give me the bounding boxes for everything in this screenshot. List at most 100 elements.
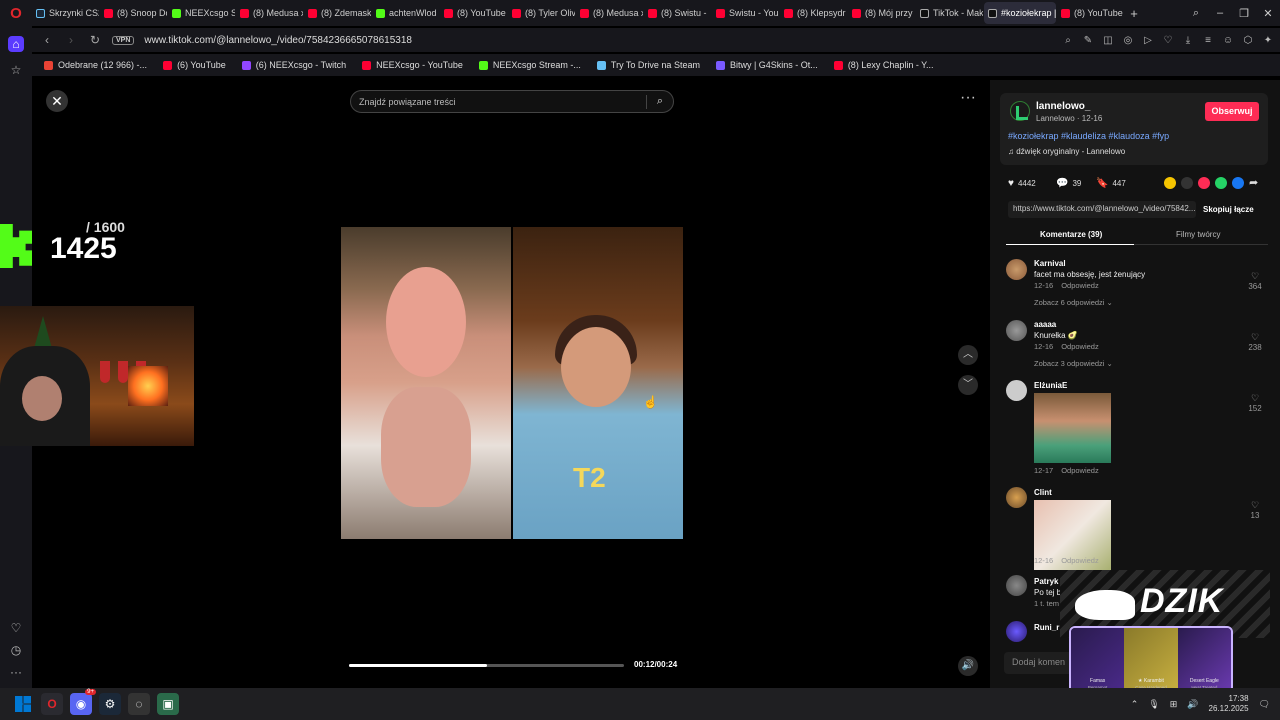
follow-button[interactable]: Obserwuj [1205, 102, 1259, 121]
like-stat[interactable]: ♥ 4442 [1008, 178, 1036, 189]
tab-item[interactable]: #koziołekrap | Ti [984, 2, 1056, 24]
tab-item[interactable]: NEEXcsgo Stream [168, 2, 235, 24]
tab-item[interactable]: TikTok - Mak [916, 2, 983, 24]
download-icon[interactable]: ⤓ [1182, 35, 1194, 46]
comment-user[interactable]: aaaaa [1034, 320, 1056, 329]
comment-avatar[interactable] [1006, 259, 1027, 280]
embed-icon[interactable] [1181, 177, 1193, 189]
author-avatar[interactable] [1010, 101, 1030, 121]
comment-likes[interactable]: ♡ 364 [1240, 271, 1270, 291]
next-video-button[interactable]: ﹀ [958, 375, 978, 395]
send-icon[interactable] [1198, 177, 1210, 189]
comment-user[interactable]: Runi_r [1034, 623, 1059, 632]
tab-item[interactable]: (8) YouTube [440, 2, 507, 24]
network-icon[interactable]: ⊞ [1170, 699, 1178, 710]
url-field[interactable]: www.tiktok.com/@lannelowo_/video/7584236… [144, 35, 412, 46]
comment-user[interactable]: Clint [1034, 488, 1052, 497]
tab-item[interactable]: (8) Swistu - [644, 2, 711, 24]
mic-icon[interactable]: 🎙 [1148, 699, 1159, 710]
search-icon[interactable]: ⌕ [1062, 35, 1074, 46]
coin-icon[interactable] [1164, 177, 1176, 189]
reply-button[interactable]: Odpowiedz [1061, 342, 1099, 351]
tab-item[interactable]: (8) YouTube [1057, 2, 1124, 24]
reload-icon[interactable]: ↻ [88, 33, 102, 47]
new-tab-button[interactable]: + [1124, 6, 1144, 21]
bookmark-item[interactable]: (8) Lexy Chaplin - Y... [833, 60, 934, 70]
related-search-input[interactable]: Znajdź powiązane treści ⌕ [350, 90, 674, 113]
notifications-icon[interactable]: 🗨 [1259, 699, 1270, 710]
bookmark-item[interactable]: Try To Drive na Steam [596, 60, 700, 70]
hashtags[interactable]: #koziołekrap #klaudeliza #klaudoza #fyp [1008, 131, 1169, 141]
back-icon[interactable]: ‹ [40, 33, 54, 47]
bookmark-item[interactable]: (6) NEEXcsgo - Twitch [241, 60, 346, 70]
bookmark-item[interactable]: (6) YouTube [163, 60, 226, 70]
more-icon[interactable]: ··· [8, 664, 24, 680]
tab-item[interactable]: (8) Mój przy [848, 2, 915, 24]
comment-likes[interactable]: ♡ 152 [1240, 393, 1270, 413]
reply-button[interactable]: Odpowiedz [1061, 556, 1099, 565]
comment-avatar[interactable] [1006, 621, 1027, 642]
camera-icon[interactable]: ◫ [1102, 35, 1114, 46]
tab-item[interactable]: (8) Snoop Dogg [100, 2, 167, 24]
view-replies-button[interactable]: Zobacz 3 odpowiedzi ⌄ [1034, 359, 1113, 368]
obs-taskbar-icon[interactable]: ◌ [128, 693, 150, 715]
comment-user[interactable]: Karnival [1034, 259, 1066, 268]
share-arrow-icon[interactable]: ➦ [1249, 176, 1258, 189]
forward-icon[interactable]: › [64, 33, 78, 47]
tab-item[interactable]: Swistu - You [712, 2, 779, 24]
more-options-button[interactable]: ··· [958, 90, 978, 108]
comment-likes[interactable]: ♡ 238 [1240, 332, 1270, 352]
maximize-button[interactable]: ❐ [1232, 7, 1256, 20]
tab-item[interactable]: (8) Medusa x [236, 2, 303, 24]
save-stat[interactable]: 🔖 447 [1096, 178, 1126, 189]
search-tabs-icon[interactable]: ⌕ [1184, 7, 1208, 20]
view-replies-button[interactable]: Zobacz 6 odpowiedzi ⌄ [1034, 298, 1113, 307]
play-icon[interactable]: ▷ [1142, 35, 1154, 46]
home-icon[interactable]: ⌂ [8, 36, 24, 52]
vpn-badge[interactable]: VPN [112, 35, 135, 45]
tab-item[interactable]: (8) Medusa x [576, 2, 643, 24]
minimize-button[interactable]: – [1208, 7, 1232, 19]
tab-item[interactable]: (8) Tyler Oliv [508, 2, 575, 24]
opera-logo-icon[interactable]: O [0, 0, 32, 26]
ai-icon[interactable]: ✦ [1262, 35, 1274, 46]
volume-button[interactable]: 🔊 [958, 656, 978, 676]
author-name[interactable]: lannelowo_ [1036, 101, 1090, 112]
whatsapp-icon[interactable] [1215, 177, 1227, 189]
copy-link-button[interactable]: Skopiuj łącze [1203, 205, 1254, 214]
shield-icon[interactable]: ◎ [1122, 35, 1134, 46]
comment-avatar[interactable] [1006, 320, 1027, 341]
search-icon[interactable]: ⌕ [647, 95, 673, 108]
previous-video-button[interactable]: ︿ [958, 345, 978, 365]
close-window-button[interactable]: ✕ [1256, 7, 1280, 20]
star-icon[interactable]: ☆ [8, 62, 24, 78]
discord-taskbar-icon[interactable]: ◉ 9+ [70, 689, 96, 715]
heart-icon[interactable]: ♡ [8, 620, 24, 636]
bookmark-item[interactable]: NEEXcsgo - YouTube [362, 60, 463, 70]
reply-button[interactable]: Odpowiedz [1061, 281, 1099, 290]
tab-item[interactable]: (8) Klepsydr [780, 2, 847, 24]
reply-button[interactable]: Odpowiedz [1061, 466, 1099, 475]
bookmark-item[interactable]: Bitwy | G4Skins - Ot... [715, 60, 818, 70]
comment-avatar[interactable] [1006, 380, 1027, 401]
comment-stat[interactable]: 💬 39 [1056, 178, 1081, 189]
edit-icon[interactable]: ✎ [1082, 35, 1094, 46]
windows-start-button[interactable] [12, 693, 34, 715]
chevron-up-icon[interactable]: ⌃ [1131, 699, 1139, 710]
bookmark-item[interactable]: Odebrane (12 966) -... [44, 60, 147, 70]
comment-image[interactable] [1034, 393, 1111, 463]
tab-item[interactable]: achtenWlod [372, 2, 439, 24]
menu-icon[interactable]: ≡ [1202, 35, 1214, 46]
comment-user[interactable]: Patryk [1034, 577, 1058, 586]
bookmark-item[interactable]: NEEXcsgo Stream -... [478, 60, 581, 70]
heart-icon[interactable]: ♡ [1162, 35, 1174, 46]
sound-line[interactable]: ♫ dźwięk oryginalny - Lannelowo [1008, 147, 1125, 156]
extensions-icon[interactable]: ⬡ [1242, 35, 1254, 46]
comment-avatar[interactable] [1006, 487, 1027, 508]
tab-item[interactable]: (8) Zdemask [304, 2, 371, 24]
opera-taskbar-icon[interactable]: O [41, 693, 63, 715]
history-icon[interactable]: ◷ [8, 642, 24, 658]
facebook-icon[interactable] [1232, 177, 1244, 189]
tab-creator-videos[interactable]: Filmy twórcy [1176, 230, 1220, 239]
app-taskbar-icon[interactable]: ▣ [157, 693, 179, 715]
